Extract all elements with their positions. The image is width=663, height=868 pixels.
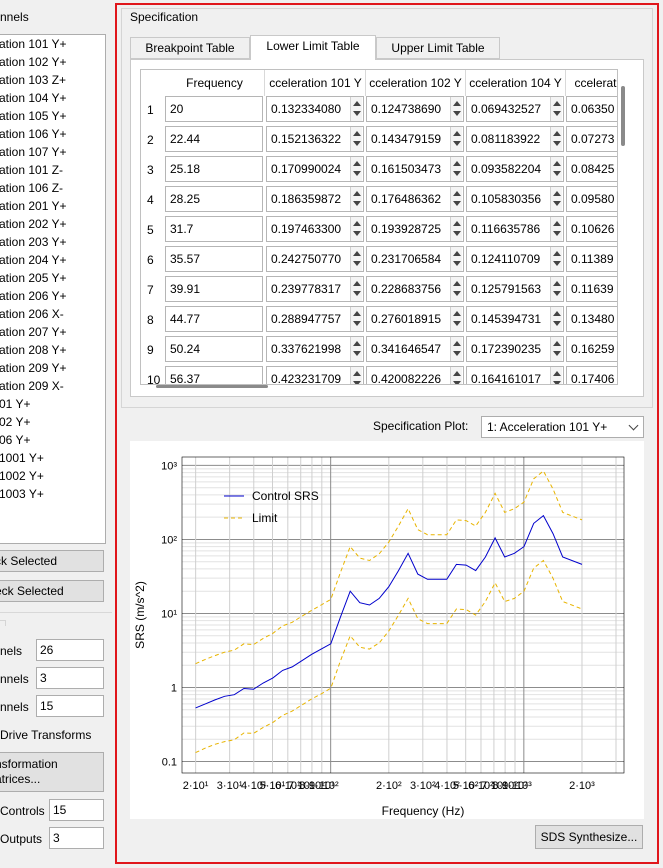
channel-list[interactable]: ation 101 Y+ ation 102 Y+ ation 103 Z+ atio… xyxy=(0,34,106,544)
channel-list-item[interactable]: ation 101 Z- xyxy=(0,161,105,179)
controls-label: Controls xyxy=(0,804,45,818)
channel-list-item[interactable]: ation 203 Y+ xyxy=(0,233,105,251)
channel-list-item[interactable]: ation 201 Y+ xyxy=(0,197,105,215)
uncheck-selected-button[interactable]: eck Selected xyxy=(0,580,104,602)
drive-transforms-title: Drive Transforms xyxy=(0,728,92,742)
channel-list-item[interactable]: ation 104 Y+ xyxy=(0,89,105,107)
channel-list-item[interactable]: ation 208 Y+ xyxy=(0,341,105,359)
channel-list-item[interactable]: 1001 Y+ xyxy=(0,449,105,467)
channels-group-title: nnels xyxy=(0,10,29,24)
channel-list-item[interactable]: ation 207 Y+ xyxy=(0,323,105,341)
channel-list-item[interactable]: 01 Y+ xyxy=(0,395,105,413)
control-channels-label: nnels xyxy=(0,700,29,714)
channel-list-item[interactable]: ation 204 Y+ xyxy=(0,251,105,269)
group-corner xyxy=(0,620,6,626)
channel-list-item[interactable]: 06 Y+ xyxy=(0,431,105,449)
outputs-label: Outputs xyxy=(0,832,43,846)
tab-lower-limit-table[interactable]: Lower Limit Table xyxy=(250,35,376,60)
outputs-value[interactable]: 3 xyxy=(49,827,104,849)
channel-list-item[interactable]: ation 101 Y+ xyxy=(0,35,105,53)
highlight-frame xyxy=(115,3,659,864)
channel-list-item[interactable]: ation 206 X- xyxy=(0,305,105,323)
channel-list-item[interactable]: ation 209 Y+ xyxy=(0,359,105,377)
channel-list-item[interactable]: ation 209 X- xyxy=(0,377,105,395)
channel-list-item[interactable]: 02 Y+ xyxy=(0,413,105,431)
controls-value[interactable]: 15 xyxy=(49,799,104,821)
control-channels-value: 15 xyxy=(36,695,104,717)
channel-list-item[interactable]: ation 107 Y+ xyxy=(0,143,105,161)
drive-channels-label: nnels xyxy=(0,672,29,686)
channel-list-item[interactable]: ation 102 Y+ xyxy=(0,53,105,71)
total-channels-label: nels xyxy=(0,644,23,658)
transformation-matrices-button[interactable]: nsformation atrices... xyxy=(0,752,104,792)
total-channels-value: 26 xyxy=(36,639,104,661)
divider xyxy=(0,612,112,613)
channel-list-item[interactable]: 1003 Y+ xyxy=(0,485,105,503)
channel-list-item[interactable]: ation 106 Y+ xyxy=(0,125,105,143)
channel-list-item[interactable]: ation 206 Y+ xyxy=(0,287,105,305)
drive-channels-value: 3 xyxy=(36,667,104,689)
check-selected-button[interactable]: ck Selected xyxy=(0,550,104,572)
channel-list-item[interactable]: ation 205 Y+ xyxy=(0,269,105,287)
channel-list-item[interactable]: ation 106 Z- xyxy=(0,179,105,197)
channel-list-item[interactable]: ation 105 Y+ xyxy=(0,107,105,125)
channel-list-item[interactable]: ation 103 Z+ xyxy=(0,71,105,89)
channel-list-item[interactable]: 1002 Y+ xyxy=(0,467,105,485)
channel-list-item[interactable]: ation 202 Y+ xyxy=(0,215,105,233)
